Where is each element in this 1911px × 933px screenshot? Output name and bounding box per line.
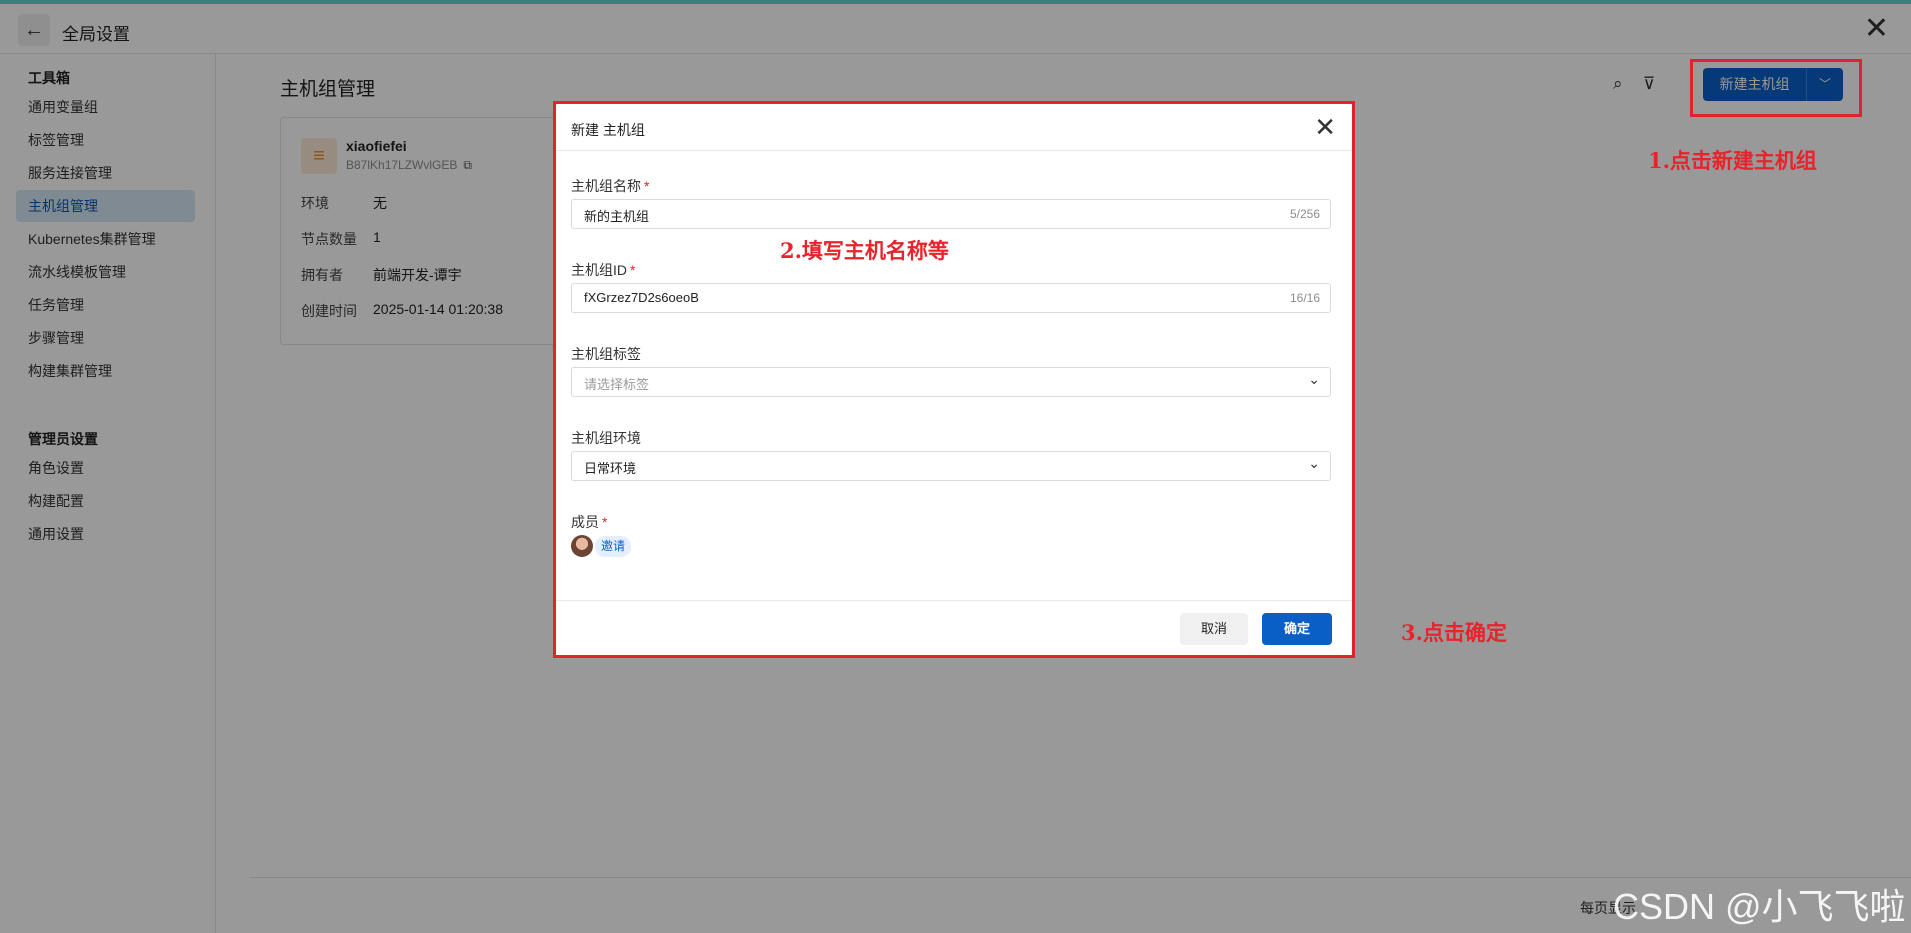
annotation-box-dialog bbox=[553, 101, 1355, 658]
annotation-step-1: 1.点击新建主机组 bbox=[1648, 148, 1817, 173]
annotation-box-new-button bbox=[1690, 59, 1862, 117]
watermark: CSDN @小飞飞啦 bbox=[1613, 886, 1906, 927]
annotation-step-3: 3.点击确定 bbox=[1401, 620, 1507, 645]
annotation-step-2: 2.填写主机名称等 bbox=[780, 238, 949, 263]
